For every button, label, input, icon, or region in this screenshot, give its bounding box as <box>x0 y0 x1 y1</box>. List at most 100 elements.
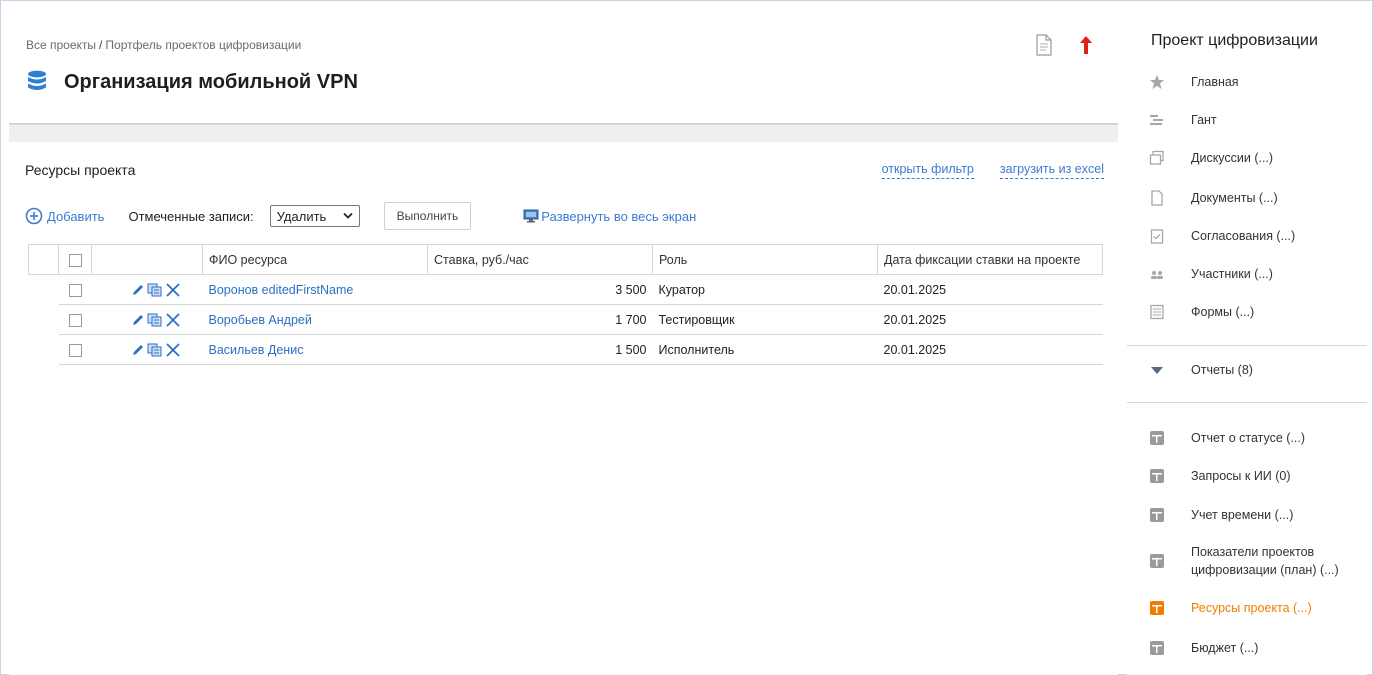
sidebar-item-label: Учет времени (...) <box>1191 508 1294 522</box>
resources-panel: Ресурсы проекта открыть фильтр загрузить… <box>9 142 1118 675</box>
document-icon[interactable] <box>1036 34 1052 56</box>
sidebar-divider <box>1127 402 1367 403</box>
cell-rate: 1 500 <box>427 334 653 365</box>
column-header-name[interactable]: ФИО ресурса <box>202 244 428 275</box>
sidebar-item-label: Формы (...) <box>1191 305 1255 319</box>
column-header-rate[interactable]: Ставка, руб./час <box>427 244 653 275</box>
report-icon <box>1150 641 1164 655</box>
sidebar-item-label: Участники (...) <box>1191 267 1273 281</box>
sidebar-item-forms[interactable]: Формы (...) <box>1149 304 1254 320</box>
select-all-checkbox[interactable] <box>68 253 82 267</box>
header-checkbox-cell <box>58 244 92 275</box>
sidebar-report-budget[interactable]: Бюджет (...) <box>1149 640 1258 656</box>
row-spacer <box>29 305 59 335</box>
resource-name-link[interactable]: Васильев Денис <box>209 343 304 357</box>
delete-icon[interactable] <box>165 342 181 358</box>
arrow-up-icon[interactable] <box>1078 35 1094 55</box>
cell-name: Воронов editedFirstName <box>202 274 428 305</box>
sidebar-item-label-line1: Показатели проектов <box>1191 545 1315 559</box>
sidebar-item-participants[interactable]: Участники (...) <box>1149 266 1273 282</box>
database-icon <box>28 70 46 90</box>
table-row: Воробьев Андрей 1 700 Тестировщик 20.01.… <box>29 304 1103 335</box>
sidebar-item-documents[interactable]: Документы (...) <box>1149 190 1278 206</box>
sidebar-item-label: Запросы к ИИ (0) <box>1191 469 1291 483</box>
sidebar-item-approvals[interactable]: Согласования (...) <box>1149 228 1295 244</box>
load-excel-link[interactable]: загрузить из excel <box>999 162 1104 179</box>
cell-rate: 3 500 <box>427 274 653 305</box>
pencil-icon[interactable] <box>131 343 145 357</box>
report-icon <box>1150 508 1164 522</box>
report-icon <box>1150 554 1164 568</box>
cell-date: 20.01.2025 <box>877 334 1103 365</box>
delete-icon[interactable] <box>165 282 181 298</box>
row-actions-cell <box>91 304 203 335</box>
header-actions <box>1036 34 1094 56</box>
plus-circle-icon <box>25 207 43 225</box>
delete-icon[interactable] <box>165 312 181 328</box>
sidebar-item-label: Документы (...) <box>1191 191 1278 205</box>
copy-icon[interactable] <box>147 283 163 297</box>
column-header-date[interactable]: Дата фиксации ставки на проекте <box>877 244 1103 275</box>
open-filter-link[interactable]: открыть фильтр <box>881 162 974 179</box>
monitor-icon <box>523 209 539 223</box>
bulk-action-select[interactable]: Удалить <box>269 205 360 227</box>
pencil-icon[interactable] <box>131 283 145 297</box>
sidebar-report-ai-requests[interactable]: Запросы к ИИ (0) <box>1149 468 1291 484</box>
add-button-label: Добавить <box>47 208 105 224</box>
sidebar-report-time[interactable]: Учет времени (...) <box>1149 507 1293 523</box>
cell-rate: 1 700 <box>427 304 653 335</box>
star-icon <box>1150 75 1164 89</box>
row-checkbox-cell <box>58 334 92 365</box>
resources-table: ФИО ресурса Ставка, руб./час Роль Дата ф… <box>28 244 1103 365</box>
row-actions-cell <box>91 274 203 305</box>
sidebar-report-status[interactable]: Отчет о статусе (...) <box>1149 430 1305 446</box>
sidebar-item-label: Отчеты (8) <box>1191 363 1253 377</box>
table-header-row: ФИО ресурса Ставка, руб./час Роль Дата ф… <box>28 244 1103 275</box>
row-checkbox[interactable] <box>68 283 82 297</box>
sidebar-report-resources[interactable]: Ресурсы проекта (...) <box>1149 600 1312 616</box>
breadcrumb: Все проекты / Портфель проектов цифровизац… <box>26 38 301 52</box>
main-area: Все проекты / Портфель проектов цифровизац… <box>9 8 1118 675</box>
breadcrumb-current-link[interactable]: Портфель проектов цифровизации <box>105 38 301 52</box>
row-checkbox[interactable] <box>68 343 82 357</box>
discussion-icon <box>1149 150 1164 165</box>
cell-name: Васильев Денис <box>202 334 428 365</box>
execute-button[interactable]: Выполнить <box>383 202 472 230</box>
sidebar-reports-toggle[interactable]: Отчеты (8) <box>1149 362 1253 378</box>
expand-fullscreen-link[interactable]: Развернуть во весь экран <box>523 209 696 224</box>
sidebar-item-label: Ресурсы проекта (...) <box>1191 601 1312 615</box>
report-icon <box>1150 469 1164 483</box>
toolbar: Добавить Отмеченные записи: Удалить Выпо… <box>25 202 696 230</box>
column-header-role[interactable]: Роль <box>652 244 878 275</box>
cell-role: Куратор <box>652 274 878 305</box>
sidebar-item-gantt[interactable]: Гант <box>1149 112 1217 128</box>
sidebar-item-label: Отчет о статусе (...) <box>1191 431 1306 445</box>
breadcrumb-root-link[interactable]: Все проекты <box>26 38 96 52</box>
sidebar-report-indicators[interactable]: Показатели проектов цифровизации (план) … <box>1149 543 1339 579</box>
forms-icon <box>1150 304 1164 320</box>
sidebar-item-label: Показатели проектов цифровизации (план) … <box>1191 543 1339 579</box>
add-button[interactable]: Добавить <box>25 207 104 225</box>
copy-icon[interactable] <box>147 313 163 327</box>
sidebar-item-home[interactable]: Главная <box>1149 74 1239 90</box>
row-checkbox-cell <box>58 274 92 305</box>
pencil-icon[interactable] <box>131 313 145 327</box>
section-title: Ресурсы проекта <box>25 162 136 178</box>
approval-icon <box>1150 229 1164 244</box>
cell-role: Исполнитель <box>652 334 878 365</box>
cell-role: Тестировщик <box>652 304 878 335</box>
row-checkbox[interactable] <box>68 313 82 327</box>
cell-name: Воробьев Андрей <box>202 304 428 335</box>
resource-name-link[interactable]: Воронов editedFirstName <box>209 283 354 297</box>
sidebar-divider <box>1127 345 1367 346</box>
resource-name-link[interactable]: Воробьев Андрей <box>209 313 312 327</box>
copy-icon[interactable] <box>147 343 163 357</box>
header-spacer <box>28 244 59 275</box>
bulk-action-value: Удалить <box>276 208 327 224</box>
sidebar-item-label: Согласования (...) <box>1191 229 1296 243</box>
cell-date: 20.01.2025 <box>877 304 1103 335</box>
sidebar-title: Проект цифровизации <box>1151 32 1318 49</box>
participants-icon <box>1151 271 1163 279</box>
chevron-down-icon <box>343 212 353 219</box>
sidebar-item-discussions[interactable]: Дискуссии (...) <box>1149 150 1273 166</box>
